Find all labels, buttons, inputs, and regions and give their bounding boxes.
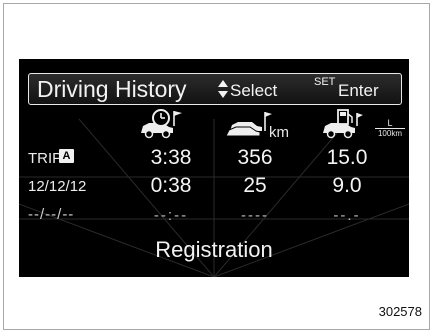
figure-id: 302578	[378, 304, 422, 319]
history-row-empty[interactable]: --/--/-- --:-- ---- --.-	[19, 205, 409, 229]
row-label: 12/12/12	[28, 178, 87, 195]
fuel-economy-value: 15.0	[326, 146, 368, 169]
distance-unit: km	[269, 124, 289, 141]
time-value: --:--	[153, 207, 189, 224]
history-row-date[interactable]: 12/12/12 0:38 25 9.0	[19, 175, 409, 199]
fuel-economy-value: 9.0	[332, 174, 362, 197]
distance-value: ----	[241, 207, 269, 224]
cars-distance-flag-icon	[226, 112, 272, 137]
info-display-screen: Driving History Select SET Enter km L 10…	[19, 59, 409, 277]
trip-a-badge: A	[59, 149, 74, 163]
unit-numerator: L	[387, 118, 393, 128]
car-fuel-pump-icon	[323, 109, 363, 139]
screen-title: Driving History	[37, 76, 187, 102]
row-label: TRIP	[28, 150, 63, 167]
row-label: --/--/--	[28, 206, 75, 223]
distance-value: 356	[237, 146, 273, 169]
up-down-triangles-icon	[218, 80, 228, 98]
fuel-economy-unit: L 100km	[375, 119, 405, 138]
fuel-economy-value: --.-	[333, 207, 361, 224]
time-value: 3:38	[150, 146, 192, 169]
time-value: 0:38	[150, 174, 192, 197]
registration-button[interactable]: Registration	[19, 237, 409, 263]
set-button-label: SET	[314, 76, 336, 88]
unit-denominator: 100km	[375, 128, 405, 138]
driving-history-header: Driving History Select SET Enter	[28, 73, 402, 105]
history-row-trip[interactable]: TRIP A 3:38 356 15.0	[19, 147, 409, 171]
distance-value: 25	[243, 174, 267, 197]
select-hint: Select	[230, 81, 278, 100]
car-clock-flag-icon	[141, 109, 182, 139]
enter-hint: Enter	[338, 81, 379, 100]
